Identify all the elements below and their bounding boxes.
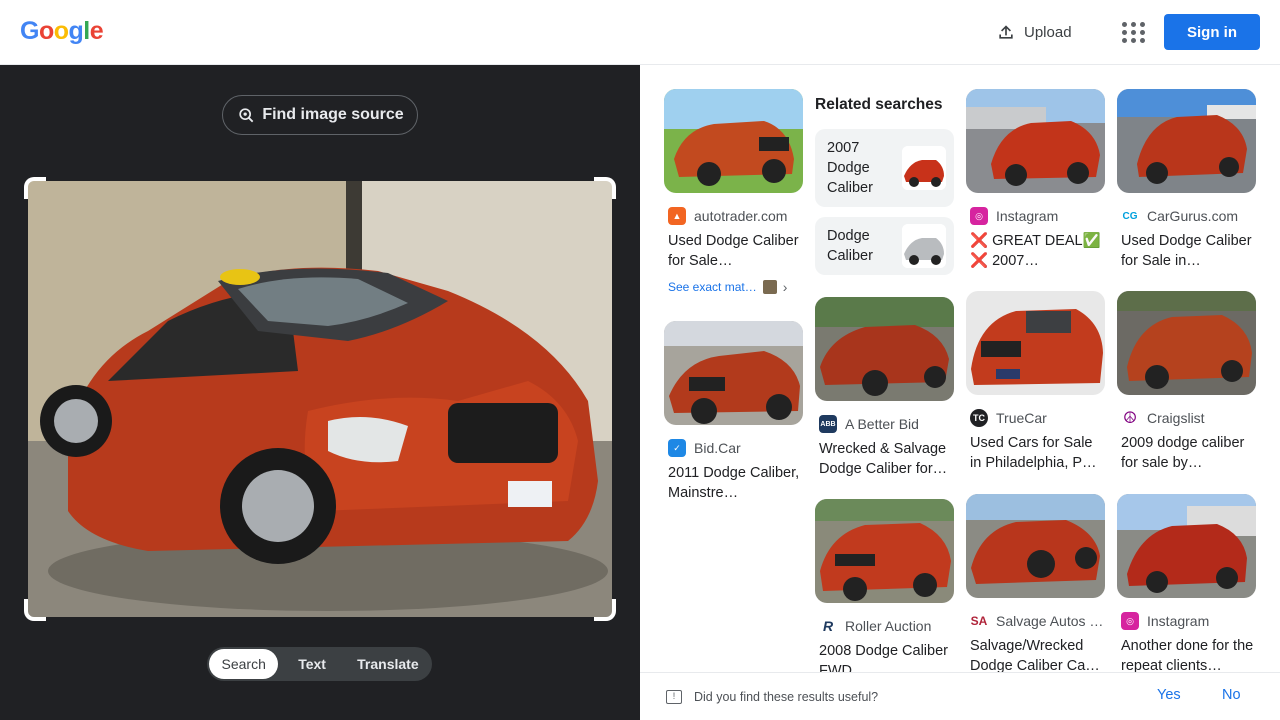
result-thumbnail[interactable]	[966, 494, 1105, 598]
source-name: TrueCar	[996, 410, 1047, 426]
result-thumbnail[interactable]	[1117, 89, 1256, 193]
logo-letter: g	[68, 17, 84, 45]
result-title[interactable]: 2011 Dodge Caliber, Mainstre…	[664, 463, 803, 503]
related-thumb	[902, 224, 946, 268]
source-name: Bid.Car	[694, 440, 741, 456]
logo-letter: e	[89, 17, 104, 45]
logo-letter: o	[53, 17, 69, 45]
sign-in-button[interactable]: Sign in	[1164, 14, 1260, 50]
result-title[interactable]: Used Dodge Caliber for Sale…	[664, 231, 803, 271]
source-name: Instagram	[996, 208, 1059, 224]
feedback-bar: ! Did you find these results useful? Yes…	[640, 672, 1280, 720]
related-search-label: 2007 Dodge Caliber	[827, 140, 873, 196]
instagram-icon: ◎	[970, 207, 988, 225]
source-name: Roller Auction	[845, 618, 932, 634]
top-bar: Google Upload Sign in	[0, 0, 1280, 65]
result-title[interactable]: Another done for the repeat clients…	[1117, 636, 1256, 676]
result-thumbnail[interactable]	[1117, 494, 1256, 598]
cargurus-icon: CG	[1121, 207, 1139, 225]
image-search-icon	[239, 108, 254, 123]
result-card[interactable]: SA Salvage Autos … Salvage/Wrecked Dodge …	[966, 494, 1105, 676]
feedback-question: Did you find these results useful?	[694, 689, 879, 704]
autotrader-icon: ▲	[668, 207, 686, 225]
result-thumbnail[interactable]	[815, 499, 954, 603]
mode-translate[interactable]: Translate	[346, 649, 430, 679]
mode-search[interactable]: Search	[209, 649, 279, 679]
logo-letter: G	[20, 17, 39, 45]
mode-text[interactable]: Text	[278, 649, 345, 679]
result-card[interactable]: TC TrueCar Used Cars for Sale in Philadel…	[966, 291, 1105, 473]
related-searches-title: Related searches	[815, 96, 943, 113]
find-image-source-button[interactable]: Find image source	[222, 95, 418, 135]
instagram-icon: ◎	[1121, 612, 1139, 630]
visual-matches-panel: ▲ autotrader.com Used Dodge Caliber for S…	[640, 65, 1280, 720]
logo-letter: o	[38, 17, 54, 45]
see-exact-matches-link[interactable]: See exact mat… ›	[664, 279, 803, 295]
result-thumbnail[interactable]	[664, 321, 803, 425]
source-name: Instagram	[1147, 613, 1210, 629]
salvageautos-icon: SA	[970, 612, 988, 630]
result-card[interactable]: ✓ Bid.Car 2011 Dodge Caliber, Mainstre…	[664, 321, 803, 503]
result-title[interactable]: 2009 dodge caliber for sale by…	[1117, 433, 1256, 473]
query-image-panel: Find image source Search Text Translate	[0, 65, 640, 720]
result-thumbnail[interactable]	[815, 297, 954, 401]
craigslist-icon: ☮	[1121, 409, 1139, 427]
bidcar-icon: ✓	[668, 439, 686, 457]
source-name: CarGurus.com	[1147, 208, 1239, 224]
result-title[interactable]: ❌ GREAT DEAL✅ ❌ 2007…	[966, 231, 1105, 271]
exact-match-thumb-icon	[762, 280, 777, 294]
result-card[interactable]: R Roller Auction 2008 Dodge Caliber FWD	[815, 499, 954, 681]
crop-area[interactable]	[24, 177, 616, 621]
result-title[interactable]: Used Dodge Caliber for Sale in…	[1117, 231, 1256, 271]
abetterbid-icon: ABB	[819, 415, 837, 433]
result-title[interactable]: Wrecked & Salvage Dodge Caliber for…	[815, 439, 954, 479]
result-card[interactable]: ◎ Instagram Another done for the repeat c…	[1117, 494, 1256, 676]
related-search-chip[interactable]: Dodge Caliber	[815, 217, 954, 275]
roller-icon: R	[819, 617, 837, 635]
upload-button[interactable]: Upload	[990, 16, 1078, 48]
feedback-yes-button[interactable]: Yes	[1157, 687, 1181, 703]
source-name: Salvage Autos …	[996, 613, 1104, 629]
find-image-source-label: Find image source	[262, 106, 404, 123]
result-title[interactable]: Used Cars for Sale in Philadelphia, P…	[966, 433, 1105, 473]
result-card[interactable]: CG CarGurus.com Used Dodge Caliber for Sa…	[1117, 89, 1256, 271]
query-car-photo	[28, 181, 612, 617]
upload-label: Upload	[1024, 23, 1072, 41]
mode-switcher: Search Text Translate	[207, 647, 432, 681]
result-title[interactable]: Salvage/Wrecked Dodge Caliber Ca…	[966, 636, 1105, 676]
result-card[interactable]: ▲ autotrader.com Used Dodge Caliber for S…	[664, 89, 803, 295]
feedback-icon: !	[666, 689, 682, 704]
related-search-label: Dodge Caliber	[827, 228, 873, 264]
google-apps-icon[interactable]	[1118, 18, 1146, 46]
source-name: Craigslist	[1147, 410, 1205, 426]
related-search-chip[interactable]: 2007 Dodge Caliber	[815, 129, 954, 207]
result-card[interactable]: ABB A Better Bid Wrecked & Salvage Dodge …	[815, 297, 954, 479]
result-thumbnail[interactable]	[664, 89, 803, 193]
feedback-no-button[interactable]: No	[1222, 687, 1241, 703]
google-logo[interactable]: Google	[20, 17, 104, 46]
result-thumbnail[interactable]	[966, 291, 1105, 395]
result-thumbnail[interactable]	[1117, 291, 1256, 395]
chevron-right-icon: ›	[782, 279, 788, 295]
result-thumbnail[interactable]	[966, 89, 1105, 193]
result-card[interactable]: ◎ Instagram ❌ GREAT DEAL✅ ❌ 2007…	[966, 89, 1105, 271]
source-name: autotrader.com	[694, 208, 788, 224]
upload-icon	[999, 25, 1013, 39]
truecar-icon: TC	[970, 409, 988, 427]
source-name: A Better Bid	[845, 416, 919, 432]
result-card[interactable]: ☮ Craigslist 2009 dodge caliber for sale …	[1117, 291, 1256, 473]
related-thumb	[902, 146, 946, 190]
